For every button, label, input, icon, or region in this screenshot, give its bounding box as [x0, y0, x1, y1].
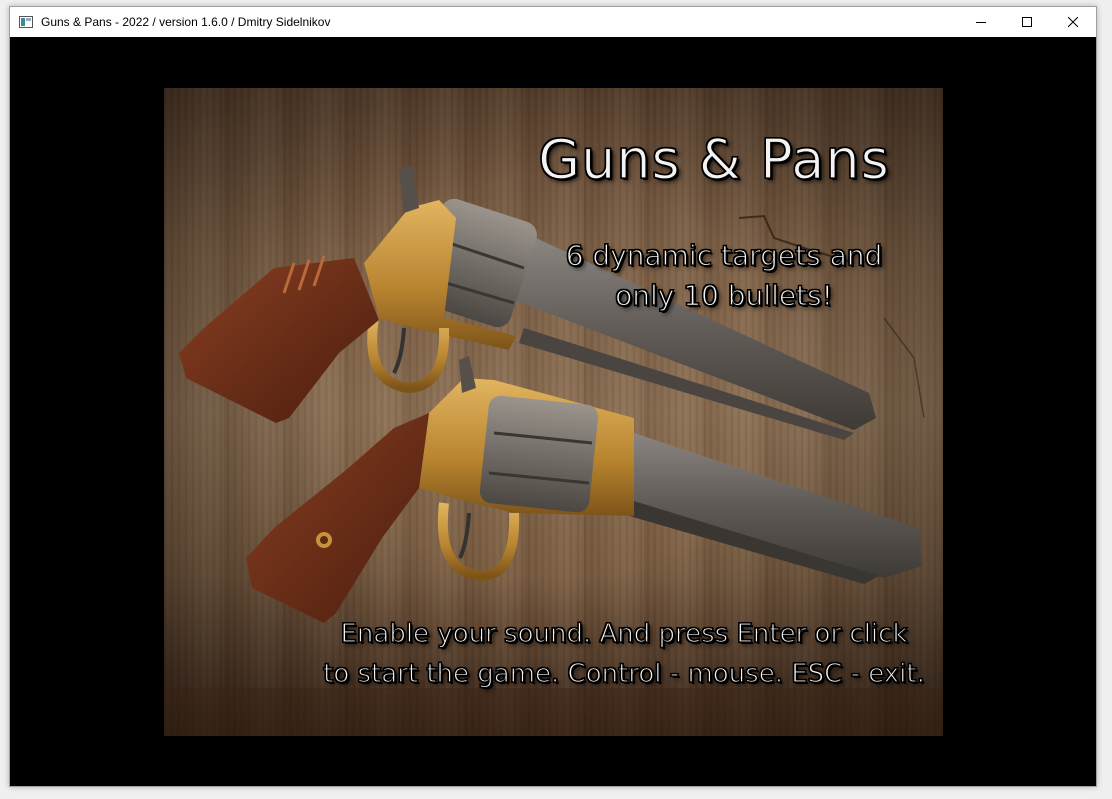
- maximize-button[interactable]: [1004, 7, 1050, 37]
- window-title: Guns & Pans - 2022 / version 1.6.0 / Dmi…: [41, 15, 331, 29]
- start-instructions: Enable your sound. And press Enter or cl…: [323, 618, 926, 689]
- app-window-icon[interactable]: [18, 14, 34, 30]
- window-controls: [958, 7, 1096, 37]
- minimize-button[interactable]: [958, 7, 1004, 37]
- title-screen-image[interactable]: Guns & Pans 6 dynamic targets and only 1…: [164, 88, 943, 736]
- minimize-icon: [976, 22, 986, 23]
- title-bar[interactable]: Guns & Pans - 2022 / version 1.6.0 / Dmi…: [10, 7, 1096, 37]
- app-window: Guns & Pans - 2022 / version 1.6.0 / Dmi…: [9, 6, 1097, 787]
- game-canvas[interactable]: Guns & Pans 6 dynamic targets and only 1…: [10, 37, 1096, 786]
- close-icon: [1068, 17, 1078, 27]
- game-tagline: 6 dynamic targets and only 10 bullets!: [565, 238, 883, 312]
- game-title: Guns & Pans: [538, 127, 890, 191]
- close-button[interactable]: [1050, 7, 1096, 37]
- maximize-icon: [1022, 17, 1032, 27]
